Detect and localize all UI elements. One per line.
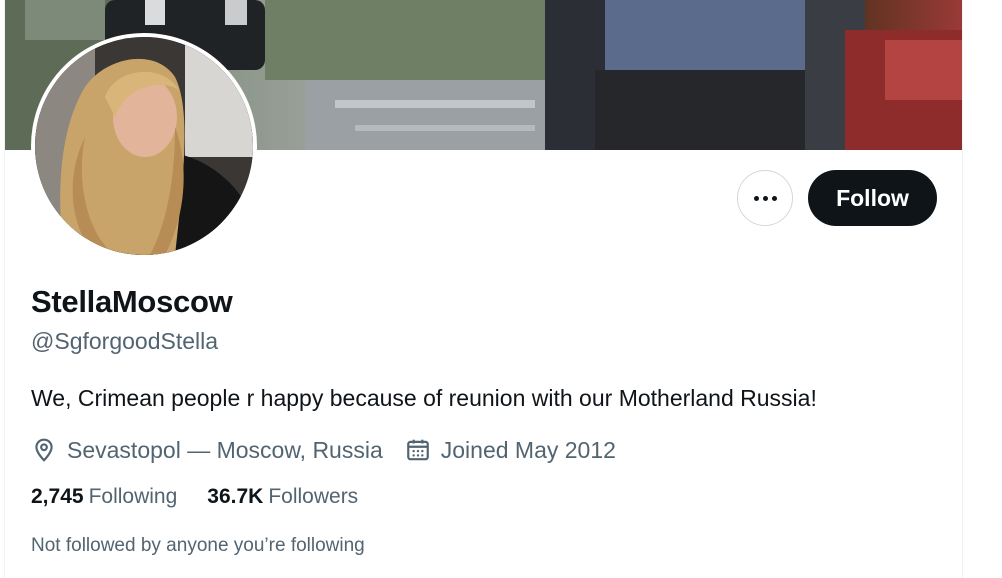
profile-joined: Joined May 2012: [405, 437, 616, 464]
profile-stats: 2,745 Following 36.7K Followers: [31, 485, 358, 509]
more-options-button[interactable]: [737, 170, 793, 226]
more-horizontal-icon: [753, 195, 777, 201]
profile-handle: @SgforgoodStella: [31, 328, 219, 354]
followers-link[interactable]: 36.7K Followers: [207, 485, 358, 509]
followers-label: Followers: [268, 485, 359, 508]
joined-text: Joined May 2012: [440, 436, 616, 463]
calendar-icon: [406, 439, 429, 461]
following-label: Following: [88, 485, 178, 508]
profile-bio: We, Crimean people r happy because of re…: [31, 385, 817, 411]
followers-count: 36.7K: [207, 485, 264, 508]
follow-button[interactable]: Follow: [808, 170, 937, 226]
profile-avatar[interactable]: [31, 33, 257, 259]
profile-location: Sevastopol — Moscow, Russia: [31, 437, 383, 464]
location-text: Sevastopol — Moscow, Russia: [67, 436, 383, 463]
following-link[interactable]: 2,745 Following: [31, 485, 177, 509]
profile-display-name: StellaMoscow: [31, 284, 233, 319]
profile-meta: Sevastopol — Moscow, Russia Joined May 2…: [31, 434, 616, 466]
location-pin-icon: [35, 438, 53, 462]
avatar-photo: [35, 37, 253, 255]
page-right-border: [962, 0, 963, 578]
social-context-text: Not followed by anyone you’re following: [31, 535, 365, 556]
following-count: 2,745: [31, 485, 84, 508]
avatar-image: [35, 37, 253, 255]
